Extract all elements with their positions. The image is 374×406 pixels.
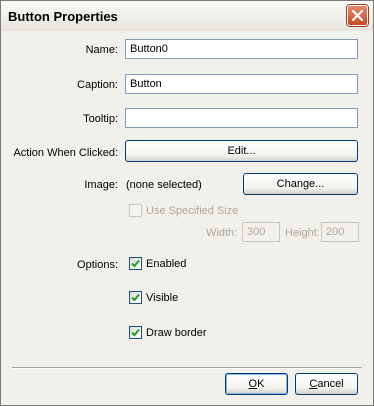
height-field[interactable] (321, 222, 359, 242)
caption-label: Caption: (77, 79, 118, 91)
dialog-title: Button Properties (8, 9, 118, 24)
cancel-button-label: Cancel (309, 378, 344, 390)
width-field[interactable] (242, 222, 280, 242)
ok-button[interactable]: OK (225, 373, 288, 395)
ok-button-label: OK (248, 378, 265, 390)
button-properties-dialog: Button Properties Name: Caption: Tooltip… (0, 0, 374, 406)
action-label: Action When Clicked: (13, 147, 118, 159)
checkmark-icon (131, 259, 140, 268)
options-label: Options: (77, 259, 118, 271)
close-button[interactable] (347, 5, 368, 26)
cancel-button[interactable]: Cancel (295, 373, 358, 395)
use-specified-size-label: Use Specified Size (146, 205, 239, 217)
visible-label: Visible (146, 292, 179, 304)
tooltip-label: Tooltip: (83, 113, 118, 125)
image-value: (none selected) (126, 179, 202, 191)
name-field[interactable] (125, 39, 358, 59)
image-label: Image: (84, 179, 118, 191)
checkmark-icon (131, 293, 140, 302)
draw-border-checkbox[interactable] (129, 326, 142, 339)
title-bar: Button Properties (1, 1, 373, 31)
enabled-checkbox[interactable] (129, 257, 142, 270)
width-label: Width: (206, 227, 238, 239)
draw-border-label: Draw border (146, 327, 207, 339)
edit-action-button[interactable]: Edit... (125, 140, 358, 162)
visible-checkbox[interactable] (129, 291, 142, 304)
change-image-button-label: Change... (276, 178, 325, 190)
name-label: Name: (85, 44, 118, 56)
separator (12, 367, 362, 369)
checkmark-icon (131, 328, 140, 337)
caption-field[interactable] (125, 74, 358, 94)
change-image-button[interactable]: Change... (243, 173, 358, 195)
enabled-label: Enabled (146, 258, 187, 270)
height-label: Height: (285, 227, 320, 239)
edit-action-button-label: Edit... (227, 145, 256, 157)
tooltip-field[interactable] (125, 108, 358, 128)
use-specified-size-checkbox[interactable] (129, 204, 142, 217)
close-icon (352, 10, 363, 21)
